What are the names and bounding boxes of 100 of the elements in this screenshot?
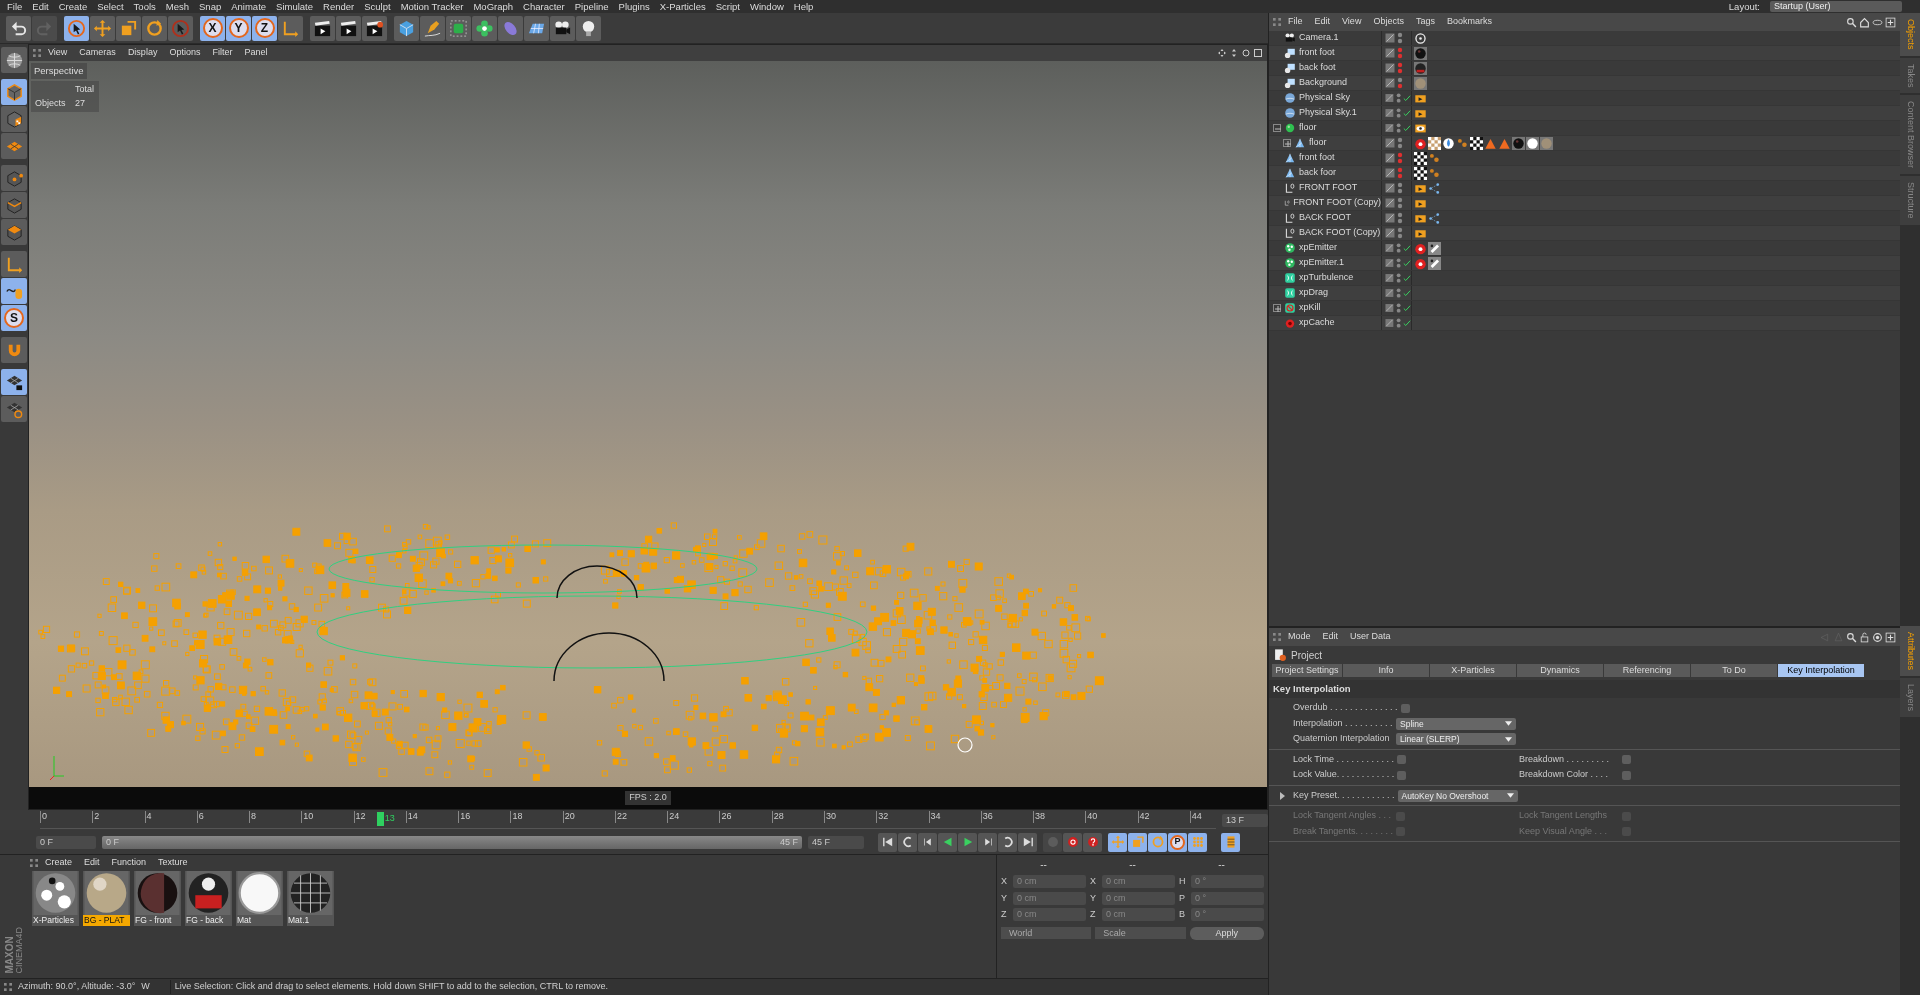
menu-item[interactable]: Render [318,0,360,13]
side-tab[interactable]: Objects [1900,13,1920,56]
menu-item[interactable]: Character [518,0,570,13]
menu-item[interactable]: View [43,46,73,60]
frame-field[interactable]: 13 F [1222,813,1268,827]
dropdown[interactable]: Linear (SLERP) [1396,733,1516,745]
layout-dropdown[interactable]: Startup (User) [1770,1,1902,12]
tab[interactable]: Referencing [1604,664,1690,677]
menu-item[interactable]: Script [710,0,745,13]
object-name: xpEmitter [1299,241,1337,255]
menu-item[interactable]: Objects [1368,15,1409,29]
menu-item[interactable]: Edit [1317,630,1344,644]
object-row[interactable]: xpCache [1269,316,1900,331]
axis-label: X [1001,875,1008,888]
object-name: xpDrag [1299,286,1328,300]
menu-item[interactable]: Select [92,0,129,13]
snap-button[interactable]: S [1,305,27,331]
material-swatch[interactable]: Mat.1 [287,871,334,926]
object-row[interactable]: xpDrag [1269,286,1900,301]
view-name-label: Perspective [31,63,87,80]
tab[interactable]: Key Interpolation [1778,664,1864,677]
menu-item[interactable]: Edit [1309,15,1336,29]
dropdown[interactable]: AutoKey No Overshoot [1397,789,1518,802]
menu-item[interactable]: Sculpt [359,0,396,13]
tab[interactable]: Info [1343,664,1429,677]
ruler-tick-label: 42 [1137,811,1190,823]
material-swatch[interactable]: Mat [236,871,283,926]
menu-item[interactable]: Tools [128,0,161,13]
object-row[interactable]: floor [1269,136,1900,151]
end-frame-field[interactable]: 45 F [808,835,864,849]
menu-item[interactable]: Edit [27,0,54,13]
object-row[interactable]: BACK FOOT (Copy) [1269,226,1900,241]
menu-item[interactable]: Edit [79,856,105,870]
axis-label: B [1179,908,1186,921]
ruler-tick-label: 22 [614,811,668,823]
axis-lock-button[interactable]: Y [226,15,251,41]
object-row[interactable]: Physical Sky.1 [1269,106,1900,121]
object-row[interactable]: Background [1269,76,1900,91]
menu-item[interactable]: Motion Tracker [395,0,469,13]
field-label: Overdub . . . . . . . . . . . . . . [1293,701,1398,715]
dropdown[interactable]: Spline [1396,717,1516,730]
material-swatch[interactable]: FG - back [185,871,232,926]
menu-item[interactable]: Mesh [160,0,195,13]
menu-item[interactable]: File [1283,15,1308,29]
ruler-tick-label: 16 [458,811,511,823]
menu-item[interactable]: Function [106,856,152,870]
object-row[interactable]: xpEmitter.1 [1269,256,1900,271]
side-tab[interactable]: Attributes [1900,626,1920,677]
key-filter-button[interactable]: P [1168,832,1187,852]
apply-button[interactable]: Apply [1189,926,1264,940]
menu-item[interactable]: Filter [207,46,238,60]
menu-item[interactable]: Animate [226,0,272,13]
mode-dropdown[interactable]: Scale [1095,927,1186,939]
menu-item[interactable]: MoGraph [468,0,519,13]
start-frame-field[interactable]: 0 F [36,835,96,849]
object-name: back foot [1299,61,1336,75]
menu-item[interactable]: Create [53,0,93,13]
ruler-tick-label: 6 [196,811,250,823]
tab[interactable]: Dynamics [1517,664,1603,677]
space-dropdown[interactable]: World [1001,927,1092,939]
ruler-tick-label: 8 [249,811,302,823]
menu-item[interactable]: Bookmarks [1441,15,1497,29]
menu-item[interactable]: Texture [153,856,193,870]
menu-item[interactable]: Cameras [74,46,121,60]
menu-item[interactable]: Mode [1283,630,1316,644]
axis-lock-button[interactable]: X [200,15,225,41]
material-swatch[interactable]: FG - front [134,871,181,926]
tab[interactable]: To Do [1691,664,1777,677]
ruler-tick-label: 0 [40,811,93,823]
menu-item[interactable]: Window [745,0,789,13]
current-frame-label: 13 [384,812,395,825]
ruler-tick-label: 30 [824,811,877,823]
menu-item[interactable]: File [2,0,28,13]
object-name: BACK FOOT (Copy) [1299,226,1381,240]
axis-lock-button[interactable]: Z [252,15,277,41]
menu-item[interactable]: Tags [1410,15,1440,29]
menu-item[interactable]: Create [40,856,77,870]
material-swatch[interactable]: BG - PLAT [83,871,130,926]
tab[interactable]: X-Particles [1430,664,1516,677]
stats-column-header: Total [75,83,95,96]
menu-item[interactable]: Help [788,0,819,13]
menu-item[interactable]: Pipeline [569,0,614,13]
field-label: Breakdown Color . . . . [1519,768,1610,782]
object-row[interactable]: FRONT FOOT (Copy) [1269,196,1900,211]
tab[interactable]: Project Settings [1272,664,1342,677]
menu-item[interactable]: Display [122,46,163,60]
menu-item[interactable]: Plugins [613,0,655,13]
menu-item[interactable]: Snap [194,0,227,13]
axis-label: Y [1001,891,1008,905]
material-swatch[interactable]: X-Particles [32,871,79,926]
range-start-label: 0 F [106,835,119,849]
object-row[interactable]: front foot [1269,46,1900,61]
menu-item[interactable]: Panel [239,46,273,60]
object-row[interactable]: back foor [1269,166,1900,181]
menu-item[interactable]: Simulate [271,0,319,13]
menu-item[interactable]: Options [164,46,206,60]
axis-label: Z [1090,908,1097,921]
menu-item[interactable]: View [1337,15,1367,29]
menu-item[interactable]: User Data [1345,630,1396,644]
menu-item[interactable]: X-Particles [654,0,711,13]
